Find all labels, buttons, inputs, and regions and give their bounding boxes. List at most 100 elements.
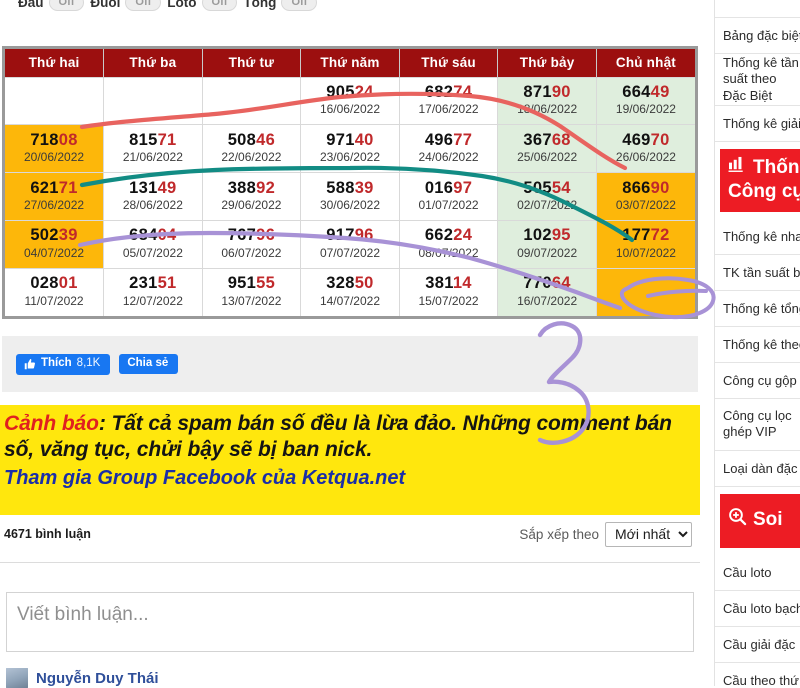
table-header-cell-5: Thứ bảy [497, 49, 597, 77]
facebook-like-count: 8,1K [76, 356, 101, 369]
result-cell-r3-c3[interactable]: 91796 07/07/2022 [300, 219, 400, 269]
comment-sort-group: Sắp xếp theo Mới nhất [519, 521, 692, 547]
sidebar-item-bot-3[interactable]: Cầu theo thứ [715, 663, 800, 687]
result-number-tail: 39 [354, 178, 374, 197]
facebook-social-row: Thích 8,1K Chia sẻ [2, 336, 698, 392]
result-number-tail: 90 [650, 178, 670, 197]
facebook-group-link[interactable]: Tham gia Group Facebook của Ketqua.net [4, 467, 692, 490]
sidebar-item-mid-5[interactable]: Công cụ lọc ghép VIP [715, 399, 800, 451]
result-cell-r2-c1[interactable]: 13149 28/06/2022 [103, 172, 203, 221]
toggle-dau[interactable]: Đầu Off [18, 0, 85, 11]
result-cell-r1-c2[interactable]: 50846 22/06/2022 [202, 124, 302, 173]
result-number-tail: 92 [256, 178, 276, 197]
result-number-head: 496 [424, 130, 454, 149]
sidebar-item-bot-1[interactable]: Cầu loto bạch [715, 591, 800, 627]
facebook-share-button[interactable]: Chia sẻ [119, 353, 179, 375]
result-cell-r4-c3[interactable]: 32850 14/07/2022 [300, 267, 400, 316]
sidebar-item-mid-4[interactable]: Công cụ gộp [715, 363, 800, 399]
result-number: 38114 [400, 275, 498, 292]
facebook-share-label: Chia sẻ [127, 356, 169, 369]
sidebar-item-top-0[interactable]: Bảng đặc biệt [715, 18, 800, 54]
result-cell-r1-c0[interactable]: 71808 20/06/2022 [5, 124, 105, 173]
sidebar-group-bottom: Cầu loto Cầu loto bạch Cầu giải đặc Cầu the… [715, 555, 800, 687]
result-cell-r2-c0[interactable]: 62171 27/06/2022 [5, 172, 105, 221]
result-number: 50846 [203, 131, 301, 149]
toggle-loto[interactable]: Loto Off [167, 0, 238, 11]
sidebar-item-mid-6[interactable]: Loại dàn đặc [715, 451, 800, 487]
result-cell-r4-c1[interactable]: 23151 12/07/2022 [103, 267, 203, 316]
result-cell-r4-c5[interactable]: 77064 16/07/2022 [497, 267, 597, 316]
result-cell-r4-c6[interactable] [596, 267, 695, 316]
sidebar-item-bot-2[interactable]: Cầu giải đặc [715, 627, 800, 663]
result-cell-r3-c0[interactable]: 50239 04/07/2022 [5, 219, 105, 269]
result-cell-r1-c3[interactable]: 97140 23/06/2022 [300, 124, 400, 173]
result-number-head: 388 [227, 178, 257, 197]
sidebar-item-mid-2[interactable]: Thống kê tổng [715, 291, 800, 327]
result-date: 30/06/2022 [319, 197, 380, 212]
sidebar-item-top-2[interactable]: Thống kê giải [715, 106, 800, 142]
result-cell-r0-c4[interactable]: 68274 17/06/2022 [399, 76, 499, 125]
result-date: 09/07/2022 [517, 245, 578, 260]
result-cell-r3-c2[interactable]: 76796 06/07/2022 [202, 219, 302, 269]
result-number-head: 684 [129, 226, 158, 245]
sidebar-item-clipped-top[interactable] [715, 0, 800, 18]
result-cell-r4-c4[interactable]: 38114 15/07/2022 [399, 267, 499, 316]
comment-author-name[interactable]: Nguyễn Duy Thái [36, 670, 159, 687]
result-date: 02/07/2022 [517, 197, 578, 212]
result-date: 03/07/2022 [615, 197, 676, 212]
result-cell-r0-c1[interactable] [103, 76, 203, 125]
result-cell-r3-c1[interactable]: 68404 05/07/2022 [103, 219, 203, 269]
result-cell-r0-c2[interactable] [202, 76, 302, 125]
result-number: 97140 [301, 131, 399, 149]
result-cell-r4-c2[interactable]: 95155 13/07/2022 [202, 267, 302, 316]
result-cell-r0-c6[interactable]: 66449 19/06/2022 [596, 76, 695, 125]
toggle-tong[interactable]: Tổng Off [243, 0, 318, 11]
result-cell-r0-c3[interactable]: 90524 16/06/2022 [300, 76, 400, 125]
result-number: 77064 [498, 275, 596, 292]
sidebar-banner-soicau[interactable]: Soi [720, 493, 800, 548]
result-date: 29/06/2022 [221, 197, 282, 212]
facebook-like-button[interactable]: Thích 8,1K [16, 353, 111, 375]
result-cell-r2-c6[interactable]: 86690 03/07/2022 [596, 172, 695, 221]
result-cell-r4-c0[interactable]: 02801 11/07/2022 [5, 267, 105, 316]
sidebar-item-top-1[interactable]: Thống kê tần suất theo Đặc Biệt [715, 54, 800, 106]
sidebar-item-bot-0[interactable]: Cầu loto [715, 555, 800, 591]
result-cell-r1-c4[interactable]: 49677 24/06/2022 [399, 124, 499, 173]
result-cell-r3-c4[interactable]: 66224 08/07/2022 [399, 219, 499, 269]
sidebar-item-mid-1[interactable]: TK tần suất b [715, 255, 800, 291]
result-number-head: 177 [622, 226, 651, 245]
result-number-head: 505 [523, 178, 552, 197]
result-number-head: 469 [622, 130, 651, 149]
result-cell-r1-c5[interactable]: 36768 25/06/2022 [497, 124, 597, 173]
comment-input[interactable] [7, 593, 693, 651]
result-number-head: 770 [523, 274, 552, 293]
sidebar-item-mid-3[interactable]: Thống kê theo [715, 327, 800, 363]
facebook-like-label: Thích [41, 356, 72, 369]
lottery-results-table-wrapper: Thứ hai Thứ ba Thứ tư Thứ năm Thứ sáu Thứ bảy… [2, 46, 698, 319]
result-number-tail: 97 [453, 178, 473, 197]
result-cell-r2-c5[interactable]: 50554 02/07/2022 [497, 172, 597, 221]
sidebar-item-mid-0[interactable]: Thống kê nhanh [715, 219, 800, 255]
result-number-head: 588 [326, 178, 355, 197]
result-number: 46970 [597, 130, 695, 149]
result-cell-r3-c5[interactable]: 10295 09/07/2022 [497, 219, 597, 269]
result-cell-r1-c1[interactable]: 81571 21/06/2022 [103, 124, 203, 173]
result-number: 90524 [301, 83, 399, 101]
result-cell-r0-c0[interactable] [5, 76, 105, 125]
toggle-loto-state[interactable]: Off [201, 0, 238, 11]
toggle-dau-state[interactable]: Off [48, 0, 85, 11]
result-number-head: 866 [622, 178, 651, 197]
comment-sort-select[interactable]: Mới nhất [605, 521, 692, 547]
result-cell-r1-c6[interactable]: 46970 26/06/2022 [596, 124, 695, 173]
result-number-tail: 74 [453, 82, 473, 101]
result-cell-r0-c5[interactable]: 87190 18/06/2022 [497, 76, 597, 125]
toggle-tong-state[interactable]: Off [281, 0, 318, 11]
result-cell-r2-c2[interactable]: 38892 29/06/2022 [202, 172, 302, 221]
toggle-duoi-state[interactable]: Off [125, 0, 162, 11]
toggle-duoi[interactable]: Đuôi Off [90, 0, 162, 11]
comment-composer[interactable] [6, 592, 694, 652]
sidebar-banner-statistics[interactable]: Thống Công cụ [720, 149, 800, 212]
result-cell-r2-c3[interactable]: 58839 30/06/2022 [300, 172, 400, 221]
result-cell-r2-c4[interactable]: 01697 01/07/2022 [399, 172, 499, 221]
result-cell-r3-c6[interactable]: 17772 10/07/2022 [596, 219, 695, 269]
